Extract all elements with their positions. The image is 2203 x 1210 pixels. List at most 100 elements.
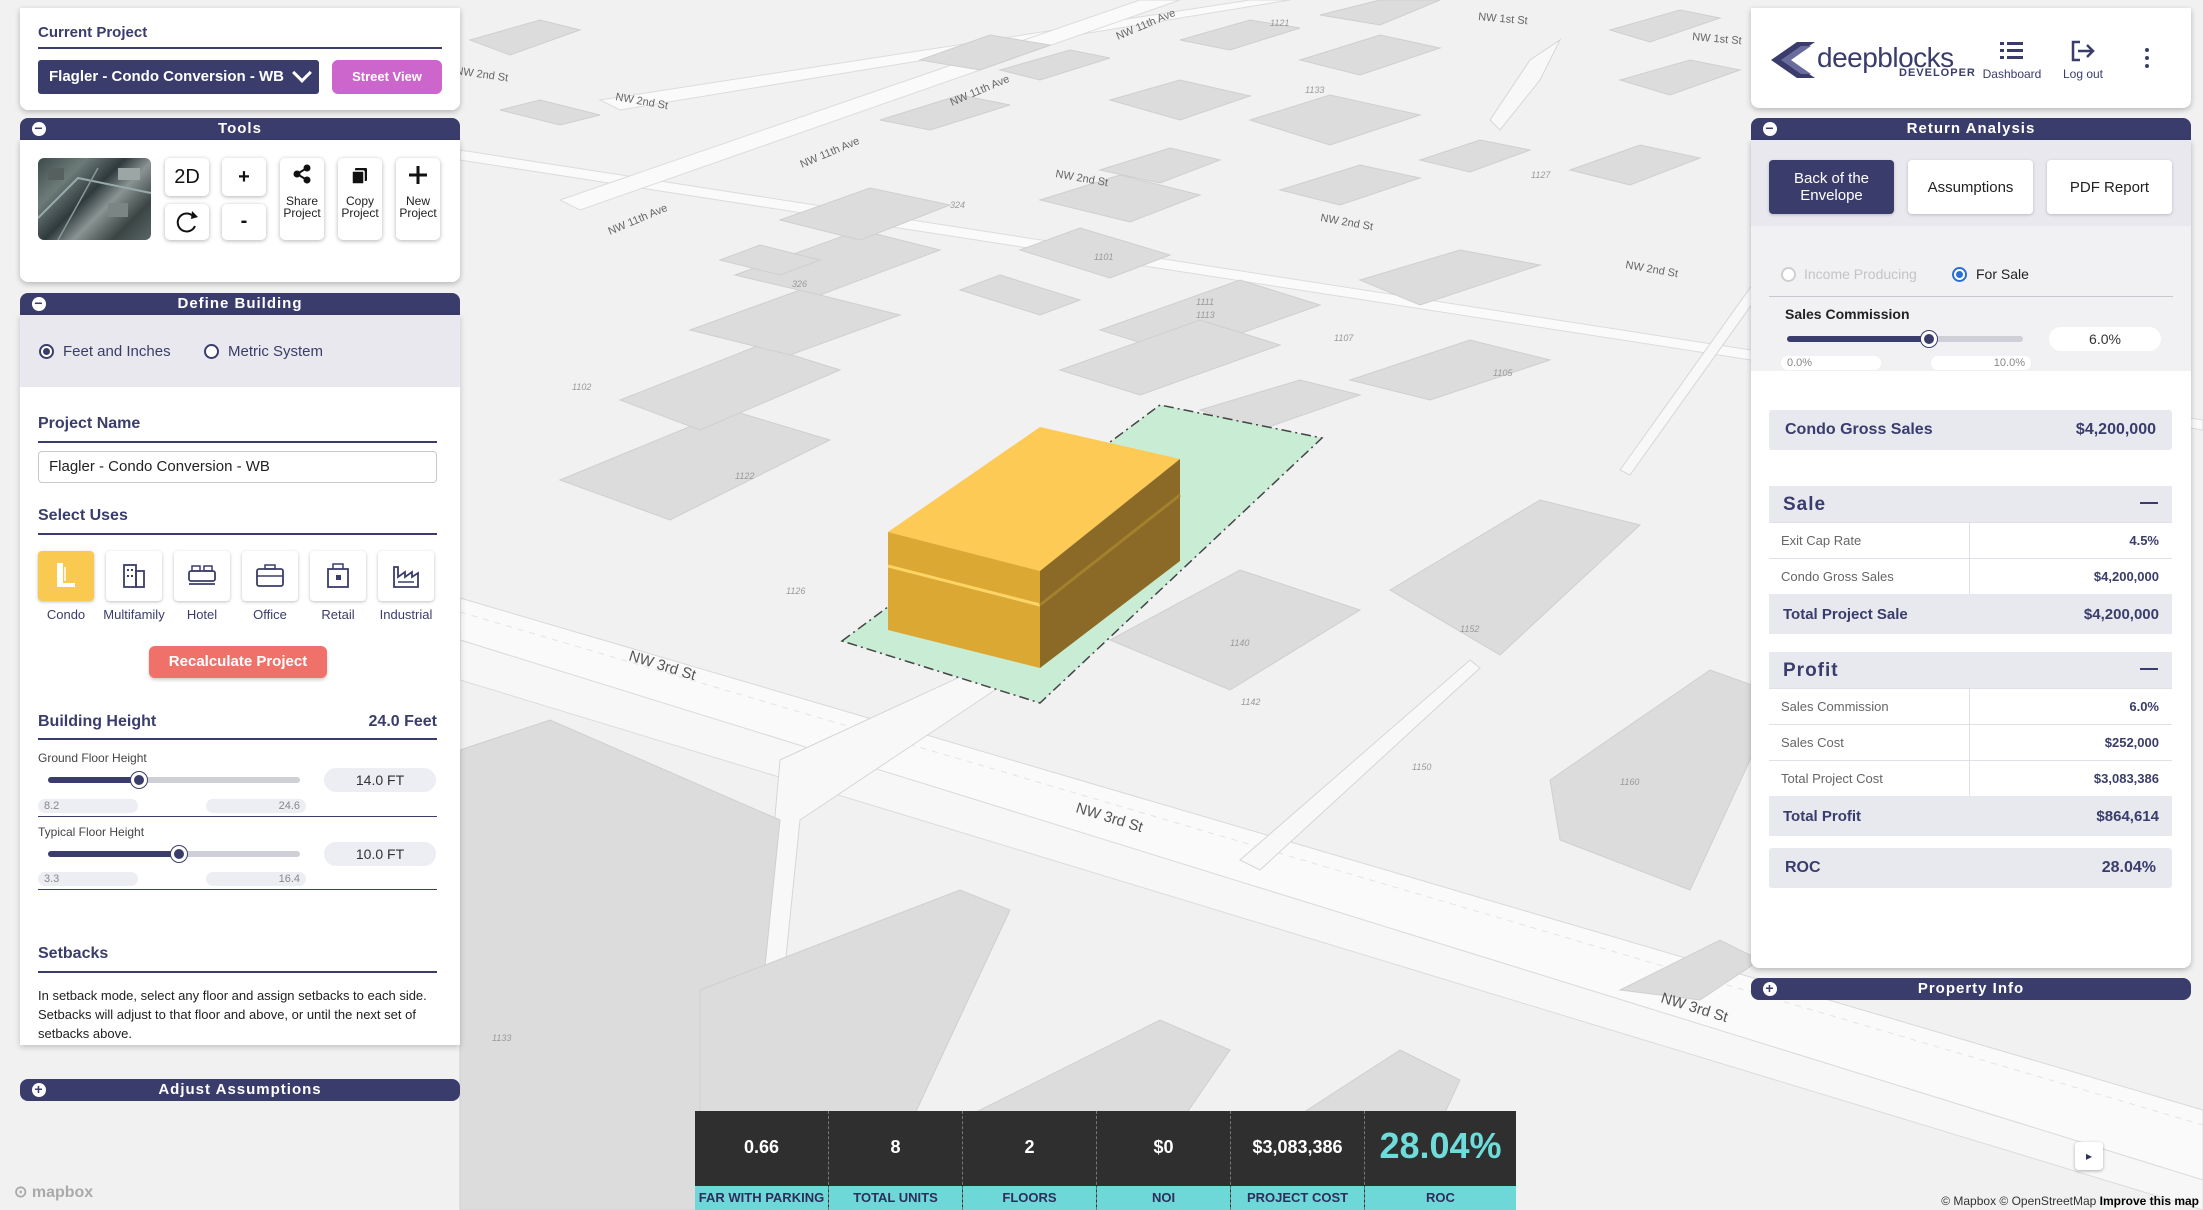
building-height-label: Building Height xyxy=(38,713,157,730)
adjust-assumptions-header[interactable]: + Adjust Assumptions xyxy=(20,1079,460,1101)
factory-icon xyxy=(393,566,419,588)
radio-imperial[interactable] xyxy=(39,344,54,359)
table-row: Exit Cap Rate 4.5% xyxy=(1769,522,2172,559)
radio-for-sale[interactable] xyxy=(1952,267,1967,282)
copy-project-button[interactable]: Copy Project xyxy=(338,158,382,240)
typical-floor-max: 16.4 xyxy=(206,872,306,886)
typical-floor-fill xyxy=(48,851,180,857)
satellite-toggle[interactable] xyxy=(38,158,151,240)
copy-label-2: Project xyxy=(341,206,379,220)
stat-far: 0.66 FAR WITH PARKING xyxy=(695,1111,829,1210)
typical-floor-value[interactable]: 10.0 FT xyxy=(324,842,436,866)
radio-income-producing[interactable] xyxy=(1781,267,1796,282)
mapbox-logo[interactable]: ⊙ mapbox xyxy=(14,1182,93,1202)
ground-floor-slider[interactable] xyxy=(48,772,300,788)
svg-text:1133: 1133 xyxy=(492,1033,511,1043)
divider xyxy=(38,441,437,443)
svg-text:NW 2nd St: NW 2nd St xyxy=(1054,168,1108,189)
divider xyxy=(1769,296,2173,297)
toggle-2d-button[interactable]: 2D xyxy=(165,158,209,196)
ground-floor-value[interactable]: 14.0 FT xyxy=(324,768,436,792)
collapse-icon[interactable] xyxy=(2140,668,2158,670)
table-row: Condo Gross Sales $4,200,000 xyxy=(1769,558,2172,595)
compass-button[interactable]: ▸ xyxy=(2075,1142,2103,1170)
expand-icon[interactable]: + xyxy=(32,1082,46,1097)
project-name-input[interactable]: Flagler - Condo Conversion - WB xyxy=(38,451,437,483)
use-label-office: Office xyxy=(253,607,287,622)
use-condo[interactable] xyxy=(38,551,94,601)
use-multifamily[interactable] xyxy=(106,551,162,601)
tools-header[interactable]: − Tools xyxy=(20,118,460,140)
profit-total-row: Total Profit $864,614 xyxy=(1769,796,2172,836)
condo-gross-sales-label: Condo Gross Sales xyxy=(1785,421,1933,438)
svg-text:NW 1st St: NW 1st St xyxy=(1692,31,1742,47)
ground-floor-label: Ground Floor Height xyxy=(38,751,147,765)
stat-project-cost: $3,083,386 PROJECT COST xyxy=(1231,1111,1365,1210)
collapse-icon[interactable]: − xyxy=(32,121,46,136)
building-height-value: 24.0 Feet xyxy=(368,713,437,730)
tab-back-of-envelope[interactable]: Back of the Envelope xyxy=(1769,160,1894,214)
expand-icon[interactable]: + xyxy=(1763,981,1777,996)
rotate-button[interactable] xyxy=(165,204,209,240)
use-office[interactable] xyxy=(242,551,298,601)
typical-floor-knob[interactable] xyxy=(171,846,188,862)
define-building-header[interactable]: − Define Building xyxy=(20,293,460,315)
use-hotel[interactable] xyxy=(174,551,230,601)
current-project-title: Current Project xyxy=(38,24,148,41)
sales-commission-slider[interactable] xyxy=(1787,331,2023,347)
return-analysis-header[interactable]: − Return Analysis xyxy=(1751,118,2191,140)
current-project-panel: Current Project Flagler - Condo Conversi… xyxy=(20,8,460,110)
tools-panel: 2D + - Share Project Copy Project New Pr… xyxy=(20,140,460,282)
use-label-hotel: Hotel xyxy=(186,607,218,622)
sales-commission-fill xyxy=(1787,336,1929,342)
use-retail[interactable] xyxy=(310,551,366,601)
profit-table-header[interactable]: Profit xyxy=(1769,652,2172,688)
tab-assumptions[interactable]: Assumptions xyxy=(1908,160,2033,214)
profit-table: Profit Sales Commission 6.0% Sales Cost … xyxy=(1769,652,2172,836)
collapse-icon[interactable]: − xyxy=(1763,121,1777,136)
recalculate-project-button[interactable]: Recalculate Project xyxy=(149,646,327,678)
sale-table: Sale Exit Cap Rate 4.5% Condo Gross Sale… xyxy=(1769,486,2172,634)
svg-text:NW 11th Ave: NW 11th Ave xyxy=(606,202,669,238)
ground-floor-knob[interactable] xyxy=(130,772,147,788)
sales-commission-knob[interactable] xyxy=(1920,331,1937,347)
new-project-button[interactable]: New Project xyxy=(396,158,440,240)
svg-text:1140: 1140 xyxy=(1230,638,1249,648)
collapse-icon[interactable] xyxy=(2140,502,2158,504)
use-industrial[interactable] xyxy=(378,551,434,601)
share-project-button[interactable]: Share Project xyxy=(280,158,324,240)
typical-floor-slider[interactable] xyxy=(48,846,300,862)
dashboard-button[interactable]: Dashboard xyxy=(1977,38,2047,81)
more-menu-icon[interactable] xyxy=(2145,48,2149,72)
project-select[interactable]: Flagler - Condo Conversion - WB xyxy=(38,60,319,94)
attribution-text[interactable]: © Mapbox © OpenStreetMap xyxy=(1941,1194,2096,1208)
unit-metric-label: Metric System xyxy=(228,343,324,360)
svg-text:326: 326 xyxy=(792,279,807,289)
svg-text:1152: 1152 xyxy=(1460,624,1479,634)
divider xyxy=(38,971,437,973)
summary-stats-bar: 0.66 FAR WITH PARKING 8 TOTAL UNITS 2 FL… xyxy=(695,1111,1516,1210)
svg-text:1160: 1160 xyxy=(1620,777,1639,787)
sale-table-header[interactable]: Sale xyxy=(1769,486,2172,522)
svg-text:NW 1st St: NW 1st St xyxy=(1478,11,1528,27)
use-label-retail: Retail xyxy=(321,607,355,622)
typical-floor-min: 3.3 xyxy=(38,872,138,886)
radio-metric[interactable] xyxy=(204,344,219,359)
property-info-header[interactable]: + Property Info xyxy=(1751,978,2191,1000)
logout-button[interactable]: Log out xyxy=(2055,38,2111,81)
define-building-title: Define Building xyxy=(177,295,303,312)
mode-sale-label: For Sale xyxy=(1976,266,2029,282)
tab-pdf-report[interactable]: PDF Report xyxy=(2047,160,2172,214)
sales-commission-value[interactable]: 6.0% xyxy=(2049,327,2161,351)
collapse-icon[interactable]: − xyxy=(32,296,46,311)
improve-map-link[interactable]: Improve this map xyxy=(2100,1194,2199,1208)
sale-settings: Income Producing For Sale Sales Commissi… xyxy=(1751,226,2191,371)
satellite-thumbnail-icon xyxy=(38,167,151,240)
zoom-out-button[interactable]: - xyxy=(222,204,266,240)
svg-text:1121: 1121 xyxy=(1270,18,1289,28)
zoom-in-button[interactable]: + xyxy=(222,158,266,196)
street-view-button[interactable]: Street View xyxy=(332,60,442,94)
share-label-2: Project xyxy=(283,206,321,220)
svg-text:1142: 1142 xyxy=(1241,697,1260,707)
svg-text:1105: 1105 xyxy=(1493,368,1513,378)
